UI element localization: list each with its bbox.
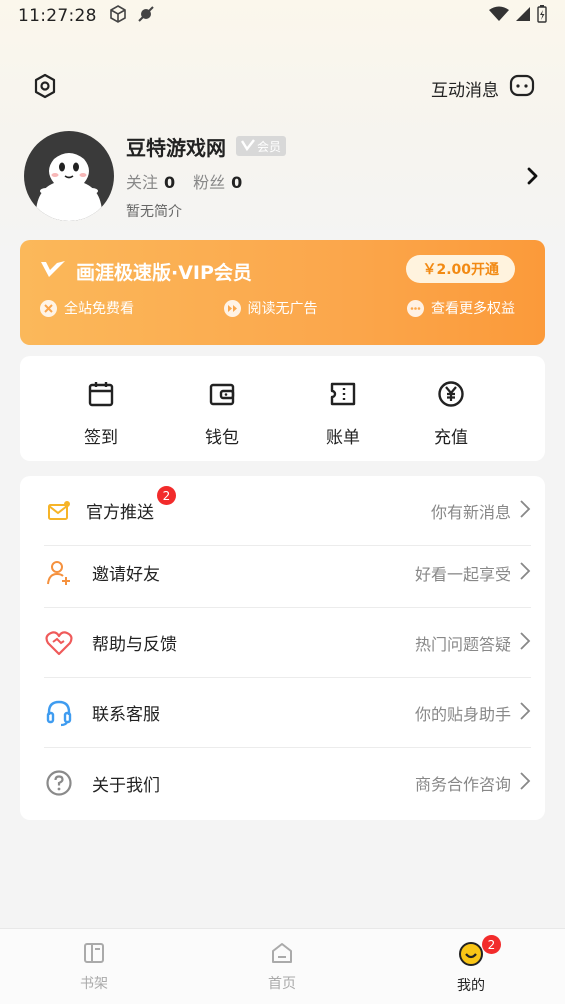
chat-bubble-icon: [509, 74, 535, 103]
menu-hint: 热门问题答疑: [414, 634, 511, 654]
tab-label: 首页: [268, 976, 296, 992]
benefit-no-ads[interactable]: 阅读无广告: [223, 298, 318, 318]
fast-forward-icon: [223, 299, 241, 317]
menu-item-official-push[interactable]: 官方推送 2 你有新消息: [44, 476, 531, 546]
wallet-icon: [208, 380, 236, 413]
messages-label: 互动消息: [431, 80, 499, 101]
fans-count: 0: [231, 172, 243, 192]
cube-icon: [109, 4, 127, 28]
menu-label: 官方推送: [86, 503, 154, 523]
menu-item-help-feedback[interactable]: 帮助与反馈 热门问题答疑: [44, 608, 531, 678]
more-dots-icon: [407, 299, 424, 317]
benefit-label: 阅读无广告: [247, 301, 318, 317]
vip-status-badge: 会员: [236, 136, 287, 156]
follow-label: 关注: [126, 172, 159, 192]
quick-bill[interactable]: 账单: [303, 380, 383, 448]
benefit-label: 全站免费看: [64, 301, 134, 317]
add-user-icon: [44, 558, 74, 588]
ticket-icon: [329, 380, 357, 413]
v-check-icon: [240, 138, 255, 154]
quick-actions-card: 签到 钱包 账单 充值: [20, 356, 545, 461]
vip-logo-icon: [40, 259, 66, 284]
fans-stat[interactable]: 粉丝 0: [193, 169, 242, 193]
settings-button[interactable]: [32, 73, 58, 103]
vip-open-button[interactable]: ￥2.00开通: [406, 255, 515, 283]
tab-label: 书架: [80, 976, 108, 992]
bottom-tab-bar: 书架 首页 2 我的: [0, 928, 565, 1004]
mail-icon: [44, 496, 74, 526]
quick-label: 钱包: [205, 428, 239, 448]
chevron-right-icon: [519, 701, 531, 725]
status-time: 11:27:28: [18, 6, 97, 26]
smile-icon: [458, 941, 484, 971]
menu-item-about-us[interactable]: 关于我们 商务合作咨询: [44, 748, 531, 818]
calendar-icon: [87, 380, 115, 413]
interaction-messages-button[interactable]: 互动消息: [431, 74, 535, 103]
chevron-right-icon[interactable]: [526, 166, 540, 190]
top-row: 互动消息: [0, 70, 565, 106]
notification-badge: 2: [157, 486, 176, 505]
menu-label: 帮助与反馈: [92, 635, 177, 655]
chevron-right-icon: [519, 561, 531, 585]
gear-icon: [33, 73, 57, 103]
yen-icon: [437, 380, 465, 413]
menu-hint: 你有新消息: [430, 502, 511, 522]
quick-sign-in[interactable]: 签到: [61, 380, 141, 448]
quick-wallet[interactable]: 钱包: [182, 380, 262, 448]
menu-hint: 商务合作咨询: [414, 775, 511, 794]
menu-label: 邀请好友: [92, 565, 160, 585]
avatar[interactable]: [24, 131, 114, 221]
vip-tag-label: 会员: [257, 139, 282, 154]
question-icon: [44, 768, 74, 798]
menu-label: 关于我们: [92, 775, 160, 796]
benefit-more[interactable]: 查看更多权益: [407, 298, 515, 318]
status-bar: 11:27:28: [0, 0, 565, 32]
menu-hint: 好看一起享受: [414, 564, 511, 584]
notification-off-icon: [137, 5, 155, 28]
menu-list: 官方推送 2 你有新消息 邀请好友 好看一起享受 帮助与反馈 热门问题答疑 联系…: [20, 476, 545, 820]
notification-badge: 2: [482, 935, 501, 954]
wifi-icon: [489, 6, 509, 27]
heart-handshake-icon: [44, 628, 74, 658]
vip-title: 画涯极速版·VIP会员: [76, 262, 252, 284]
menu-label: 联系客服: [92, 705, 160, 725]
menu-item-customer-service[interactable]: 联系客服 你的贴身助手: [44, 678, 531, 748]
battery-icon: [537, 4, 547, 28]
benefit-free-read[interactable]: 全站免费看: [40, 298, 134, 318]
headset-icon: [44, 698, 74, 728]
menu-item-invite-friends[interactable]: 邀请好友 好看一起享受: [44, 538, 531, 608]
quick-label: 签到: [84, 428, 118, 448]
vip-membership-card[interactable]: 画涯极速版·VIP会员 ￥2.00开通 全站免费看 阅读无广告 查看更多权益: [20, 240, 545, 345]
quick-label: 账单: [326, 428, 360, 448]
chevron-right-icon: [519, 631, 531, 655]
signal-icon: [515, 6, 531, 27]
profile-section[interactable]: 豆特游戏网 会员 关注 0 粉丝 0 暂无简介: [24, 130, 544, 222]
quick-label: 充值: [434, 428, 468, 448]
username: 豆特游戏网: [126, 135, 226, 160]
free-icon: [40, 299, 57, 317]
benefit-label: 查看更多权益: [431, 301, 515, 317]
profile-bio: 暂无简介: [126, 203, 182, 220]
tab-mine[interactable]: 2 我的: [431, 935, 511, 995]
quick-recharge[interactable]: 充值: [411, 380, 491, 448]
book-icon: [82, 941, 106, 969]
tab-home[interactable]: 首页: [242, 941, 322, 993]
tab-label: 我的: [457, 978, 485, 994]
chevron-right-icon: [519, 771, 531, 795]
tab-bookshelf[interactable]: 书架: [54, 941, 134, 993]
chevron-right-icon: [519, 499, 531, 523]
home-icon: [270, 941, 294, 969]
menu-hint: 你的贴身助手: [414, 704, 511, 724]
fans-label: 粉丝: [193, 172, 226, 192]
follow-stat[interactable]: 关注 0: [126, 169, 175, 193]
follow-count: 0: [164, 172, 176, 192]
